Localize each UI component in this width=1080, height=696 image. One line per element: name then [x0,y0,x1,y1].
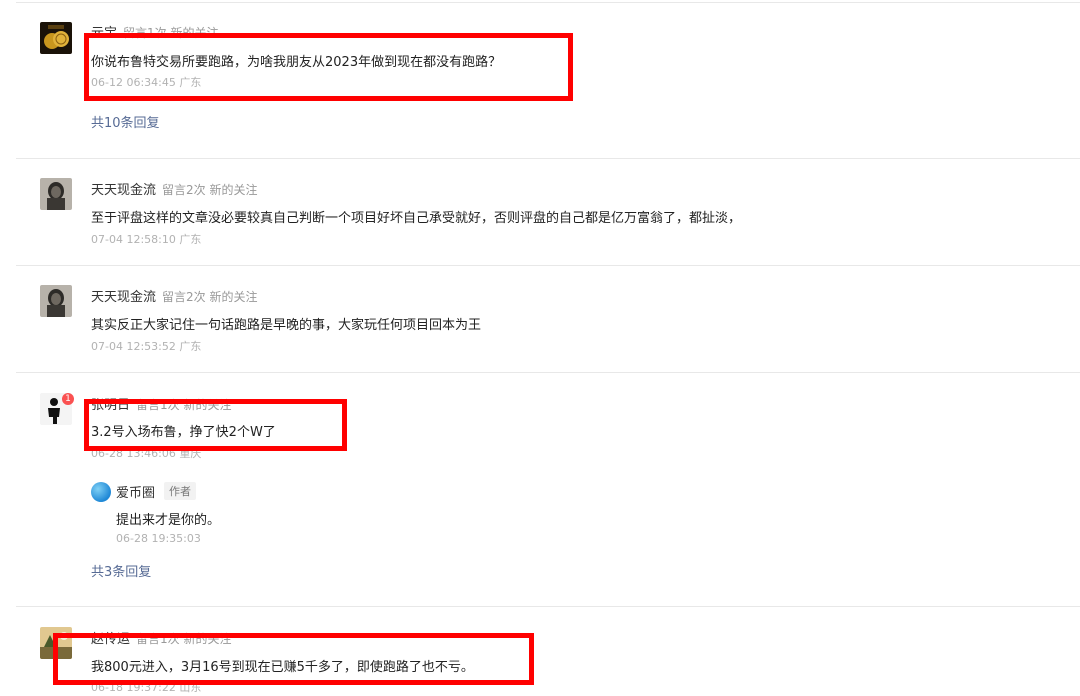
divider [16,158,1080,159]
reply-time: 06-28 19:35:03 [116,532,201,545]
comment-text: 其实反正大家记住一句话跑路是早晚的事，大家玩任何项目回本为王 [91,318,482,333]
highlight-box [84,33,573,101]
comment-list: 元宝 留言1次 新的关注 你说布鲁特交易所要跑路，为啥我朋友从2023年做到现在都… [0,0,1080,696]
comment-text: 至于评盘这样的文章没必要较真自己判断一个项目好坏自己承受就好，否则评盘的自己都是… [91,211,742,226]
comment-time: 07-04 12:53:52 广东 [91,340,202,353]
comment-meta: 天天现金流 留言2次 新的关注 [91,286,260,305]
highlight-box [84,399,347,451]
divider [16,265,1080,266]
divider [16,372,1080,373]
view-replies-link[interactable]: 共10条回复 [91,112,160,131]
view-replies-link[interactable]: 共3条回复 [91,561,151,580]
username[interactable]: 天天现金流 [91,290,156,305]
reply-text: 提出来才是你的。 [116,513,221,528]
author-avatar[interactable] [91,482,111,502]
comment-time: 07-04 12:58:10 广东 [91,233,202,246]
divider [16,606,1080,607]
coin-avatar[interactable] [40,22,72,54]
comment-count-tag: 留言2次 新的关注 [162,183,258,197]
divider [16,2,1080,3]
notification-badge: 1 [62,393,74,405]
hooded-figure-avatar[interactable] [40,178,72,210]
hooded-figure-avatar[interactable] [40,285,72,317]
author-tag: 作者 [164,482,196,500]
highlight-box [53,633,534,685]
comment-count-tag: 留言2次 新的关注 [162,290,258,304]
comment-meta: 天天现金流 留言2次 新的关注 [91,179,260,198]
reply-author-name[interactable]: 爱币圈 [116,482,155,501]
username[interactable]: 天天现金流 [91,183,156,198]
